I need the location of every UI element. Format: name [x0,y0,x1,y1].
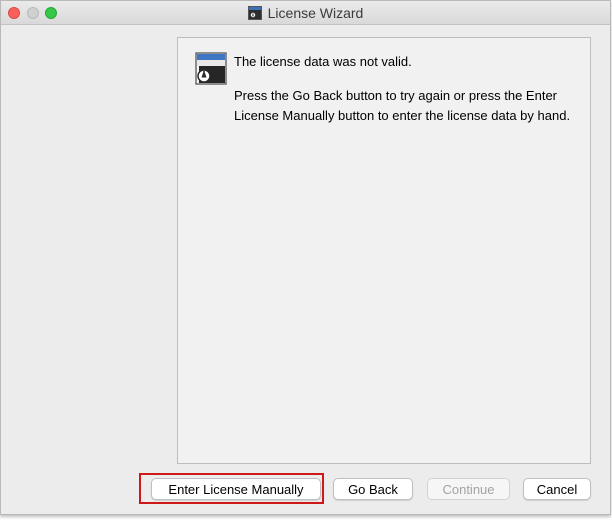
title-bar[interactable]: License Wizard [1,1,610,25]
cancel-button[interactable]: Cancel [523,478,591,500]
continue-button[interactable]: Continue [427,478,510,500]
enter-license-manually-button[interactable]: Enter License Manually [151,478,321,500]
window-title: License Wizard [267,5,364,21]
title-group: License Wizard [1,1,610,25]
message-panel: The license data was not valid. Press th… [177,37,591,464]
message-title: The license data was not valid. [234,54,412,69]
license-window-icon [195,52,227,86]
message-body: Press the Go Back button to try again or… [234,88,571,123]
go-back-button[interactable]: Go Back [333,478,413,500]
license-wizard-window: License Wizard The license data was not … [0,0,611,515]
license-app-icon [247,6,262,20]
